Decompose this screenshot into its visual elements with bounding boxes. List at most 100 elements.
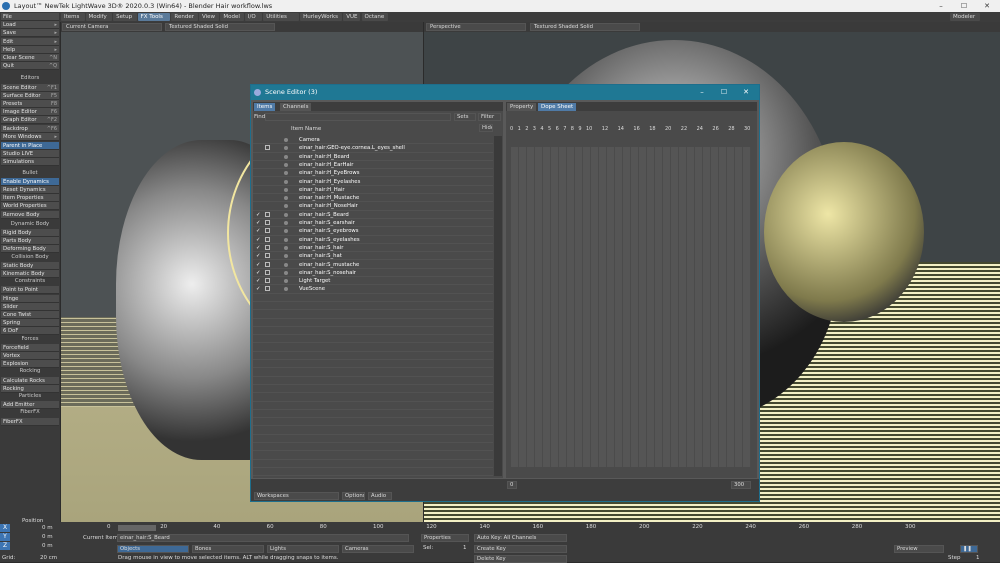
sidebar-item[interactable]: Surface Editor F5: [1, 91, 59, 100]
visible-check[interactable]: ✓: [256, 236, 260, 244]
sidebar-item[interactable]: Calculate Rocks: [1, 376, 59, 385]
scene-item-row[interactable]: ✓ einar_hair:S_mustache: [253, 261, 493, 269]
visibility-icon[interactable]: [284, 179, 288, 184]
visible-check[interactable]: ✓: [256, 219, 260, 227]
sidebar-item[interactable]: Backdrop ^F6: [1, 124, 59, 133]
scene-item-row[interactable]: ✓ VueScene: [253, 285, 493, 294]
scene-item-row[interactable]: einar_hair:H_NoseHair: [253, 202, 493, 211]
maximize-button[interactable]: ☐: [953, 0, 975, 12]
find-input[interactable]: [265, 113, 451, 121]
sidebar-item[interactable]: More Windows ▸: [1, 132, 59, 141]
shading-select[interactable]: Textured Shaded Solid: [165, 23, 275, 31]
sidebar-item[interactable]: Parts Body: [1, 237, 59, 246]
sidebar-item[interactable]: Cone Twist: [1, 311, 59, 319]
bones-button[interactable]: Bones: [192, 545, 264, 553]
audio-button[interactable]: Audio: [368, 492, 392, 500]
preview-select[interactable]: Preview: [894, 545, 944, 553]
menu-tab[interactable]: VUE: [343, 13, 361, 21]
sidebar-item[interactable]: Load ▸: [1, 21, 59, 30]
visibility-icon[interactable]: [284, 187, 288, 192]
scene-item-row[interactable]: ✓ einar_hair:S_Beard: [253, 211, 493, 219]
properties-button[interactable]: Properties: [421, 534, 469, 542]
sidebar-item[interactable]: Help ▸: [1, 45, 59, 54]
visible-check[interactable]: ✓: [256, 269, 260, 277]
lock-box[interactable]: [265, 278, 270, 284]
sidebar-item[interactable]: Edit ▸: [1, 37, 59, 46]
scene-item-row[interactable]: Camera: [253, 136, 493, 145]
sidebar-item[interactable]: Scene Editor ^F1: [1, 83, 59, 92]
menu-tab[interactable]: FX Tools: [137, 13, 171, 21]
shading-select[interactable]: Textured Shaded Solid: [530, 23, 640, 31]
lock-box[interactable]: [265, 145, 270, 151]
visible-check[interactable]: ✓: [256, 211, 260, 219]
lock-box[interactable]: [265, 253, 270, 259]
visibility-icon[interactable]: [284, 229, 288, 234]
list-scrollbar[interactable]: [494, 136, 502, 476]
sidebar-item[interactable]: Explosion: [1, 360, 59, 369]
visible-check[interactable]: ✓: [256, 277, 260, 285]
lock-box[interactable]: [265, 269, 270, 275]
menu-tab[interactable]: Utilities: [263, 13, 300, 21]
menu-tab[interactable]: HurleyWorks: [300, 13, 343, 21]
visibility-icon[interactable]: [284, 146, 288, 151]
timeline-slider[interactable]: [118, 525, 156, 531]
sidebar-item[interactable]: Clear Scene ^N: [1, 54, 59, 62]
visible-check[interactable]: ✓: [256, 227, 260, 235]
lock-box[interactable]: [265, 244, 270, 250]
visibility-icon[interactable]: [284, 279, 288, 284]
visibility-icon[interactable]: [284, 221, 288, 225]
sidebar-item[interactable]: Slider: [1, 302, 59, 311]
menu-tab[interactable]: Setup: [113, 13, 137, 21]
sidebar-item[interactable]: Save ▸: [1, 29, 59, 38]
current-item-select[interactable]: einar_hair:S_Beard: [117, 534, 409, 542]
visibility-icon[interactable]: [284, 237, 288, 242]
sidebar-item[interactable]: Hinge: [1, 294, 59, 303]
sidebar-item[interactable]: Kinematic Body: [1, 270, 59, 278]
visibility-icon[interactable]: [284, 262, 288, 267]
sidebar-item[interactable]: Simulations: [1, 158, 59, 167]
lock-box[interactable]: [265, 261, 270, 267]
lock-box[interactable]: [265, 220, 270, 225]
menu-tab[interactable]: Items: [61, 13, 85, 21]
minimize-button[interactable]: –: [691, 85, 713, 100]
sidebar-item[interactable]: Add Emitter: [1, 401, 59, 410]
filter-button[interactable]: Filter: [478, 113, 501, 121]
scene-item-row[interactable]: ✓ einar_hair:S_nosehair: [253, 269, 493, 278]
visibility-icon[interactable]: [284, 245, 288, 250]
sidebar-item[interactable]: Deforming Body: [1, 245, 59, 254]
sidebar-item[interactable]: Forcefield: [1, 343, 59, 352]
autokey-toggle[interactable]: Auto Key: All Channels: [474, 534, 567, 542]
objects-button[interactable]: Objects: [117, 545, 189, 553]
close-button[interactable]: ✕: [976, 0, 998, 12]
scene-item-row[interactable]: ✓ einar_hair:S_hat: [253, 252, 493, 261]
visible-check[interactable]: ✓: [256, 285, 260, 293]
menu-tab[interactable]: View: [199, 13, 220, 21]
axis-value[interactable]: 0 m: [42, 542, 53, 550]
visibility-icon[interactable]: [284, 204, 288, 209]
menu-tab[interactable]: Render: [171, 13, 198, 21]
sidebar-item[interactable]: Reset Dynamics: [1, 186, 59, 194]
scene-item-row[interactable]: einar_hair:H_Hair: [253, 186, 493, 195]
scene-item-row[interactable]: ✓ einar_hair:S_hair: [253, 244, 493, 253]
scene-item-row[interactable]: einar_hair:GEO-eye.cornea.L_eyes_shell: [253, 144, 493, 153]
sets-button[interactable]: Sets: [454, 113, 476, 121]
lock-box[interactable]: [265, 286, 270, 292]
sidebar-item[interactable]: Remove Body: [1, 210, 59, 219]
visibility-icon[interactable]: [284, 171, 288, 176]
visibility-icon[interactable]: [284, 162, 288, 167]
sidebar-item[interactable]: Image Editor F6: [1, 108, 59, 117]
sidebar-item[interactable]: Enable Dynamics: [1, 177, 59, 186]
sidebar-item[interactable]: Item Properties: [1, 194, 59, 203]
visible-check[interactable]: ✓: [256, 261, 260, 269]
end-frame-field[interactable]: 300: [731, 481, 751, 489]
axis-value[interactable]: 0 m: [42, 524, 53, 532]
tab-items[interactable]: Items: [254, 103, 276, 111]
lock-box[interactable]: [265, 236, 270, 242]
play-button[interactable]: ❚❚: [960, 545, 978, 553]
modeler-button[interactable]: Modeler: [950, 13, 980, 21]
visible-check[interactable]: ✓: [256, 244, 260, 252]
sidebar-item[interactable]: Rocking: [1, 384, 59, 393]
sidebar-item[interactable]: 6 DoF: [1, 327, 59, 336]
workspaces-select[interactable]: Workspaces: [254, 492, 339, 500]
visibility-icon[interactable]: [284, 138, 288, 142]
